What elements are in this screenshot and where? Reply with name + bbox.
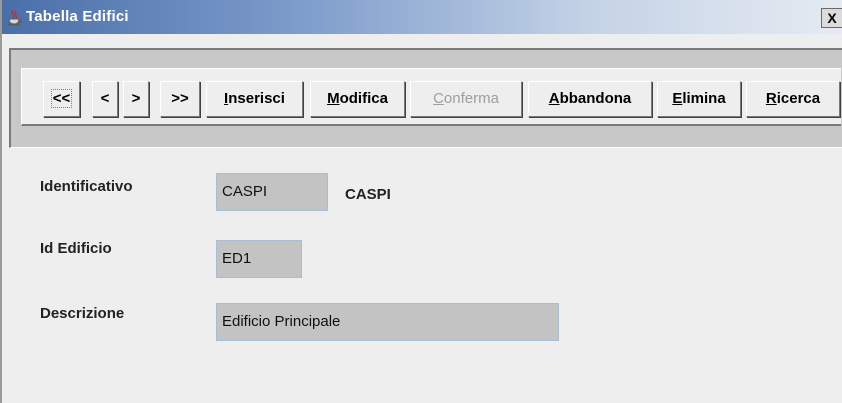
identificativo-label: Identificativo [40, 178, 133, 195]
elimina-button[interactable]: Elimina [657, 81, 741, 117]
first-record-button[interactable]: << [43, 81, 80, 117]
next-record-button[interactable]: > [123, 81, 149, 117]
java-coffee-icon [6, 8, 22, 26]
abbandona-button[interactable]: Abbandona [528, 81, 652, 117]
last-record-button[interactable]: >> [160, 81, 200, 117]
previous-record-button[interactable]: < [92, 81, 118, 117]
close-button[interactable]: X [821, 8, 842, 28]
identificativo-display: CASPI [345, 186, 391, 203]
conferma-button[interactable]: Conferma [410, 81, 522, 117]
inserisci-button[interactable]: Inserisci [206, 81, 303, 117]
title-bar[interactable]: Tabella Edifici X [2, 0, 842, 34]
id-edificio-label: Id Edificio [40, 240, 112, 257]
application-window: Tabella Edifici X << < > >> Inserisci Mo… [0, 0, 842, 403]
ricerca-button[interactable]: Ricerca [746, 81, 840, 117]
descrizione-label: Descrizione [40, 305, 125, 322]
modifica-button[interactable]: Modifica [310, 81, 405, 117]
descrizione-field[interactable]: Edificio Principale [216, 303, 559, 341]
identificativo-field[interactable]: CASPI [216, 173, 328, 211]
id-edificio-field[interactable]: ED1 [216, 240, 302, 278]
window-title: Tabella Edifici [26, 8, 129, 25]
